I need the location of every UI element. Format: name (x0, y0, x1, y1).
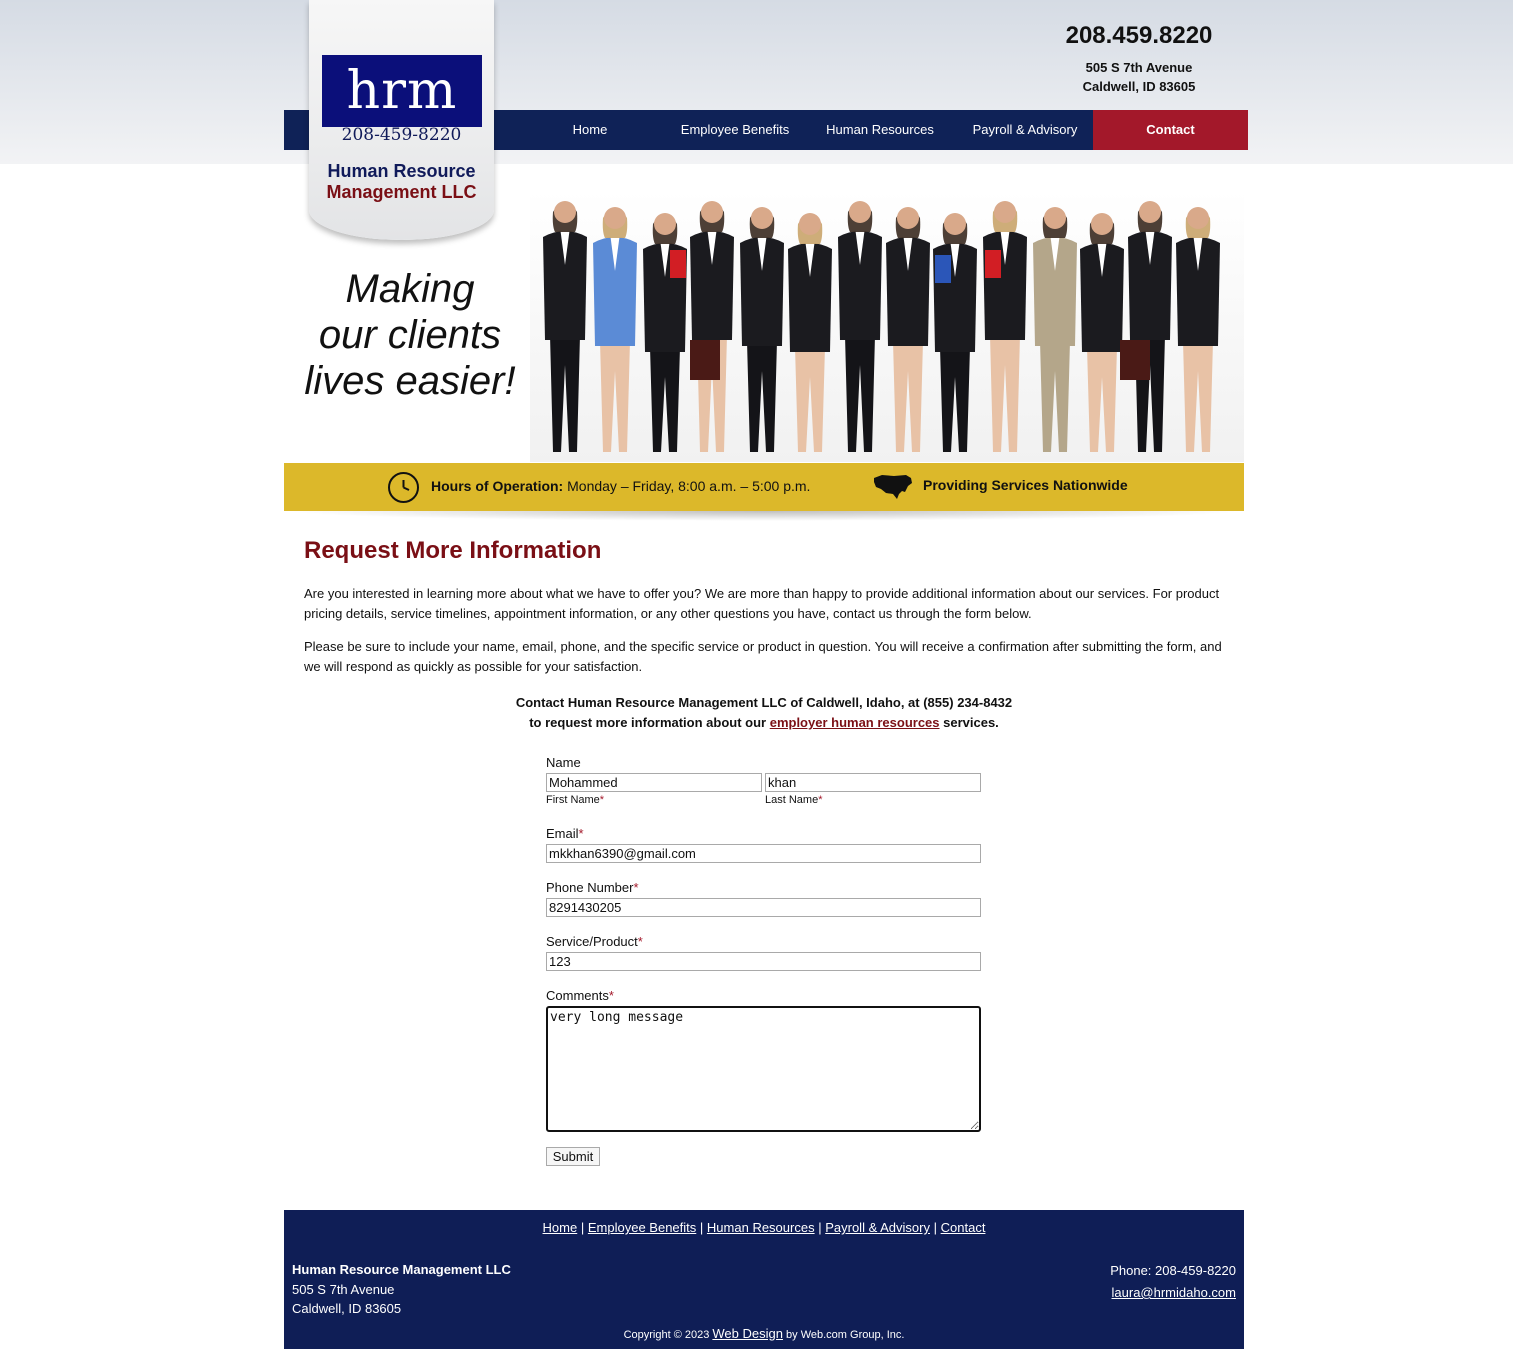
service-field[interactable] (546, 952, 981, 971)
footer-address-line2: Caldwell, ID 83605 (292, 1301, 402, 1316)
nav-payroll-advisory[interactable]: Payroll & Advisory (955, 110, 1095, 150)
comments-label-text: Comments (546, 988, 609, 1003)
required-mark: * (599, 794, 605, 806)
email-label: Email* (546, 826, 584, 841)
copyright-text-end: by Web.com Group, Inc. (782, 1329, 905, 1341)
comments-label: Comments* (546, 988, 614, 1003)
nav-employee-benefits[interactable]: Employee Benefits (665, 110, 805, 150)
footer-link-employee-benefits[interactable]: Employee Benefits (588, 1220, 696, 1235)
required-mark: * (608, 988, 614, 1003)
required-mark: * (578, 826, 584, 841)
tagline: Making our clients lives easier! (300, 266, 520, 404)
footer-separator: | (933, 1220, 937, 1235)
phone-field[interactable] (546, 898, 981, 917)
last-name-field[interactable] (765, 773, 981, 792)
folder (935, 255, 951, 283)
folder (670, 250, 686, 278)
page-title: Request More Information (304, 537, 602, 564)
header-address-line1: 505 S 7th Avenue (1085, 60, 1193, 75)
email-label-text: Email (546, 826, 579, 841)
footer-phone: Phone: 208-459-8220 (1110, 1263, 1236, 1278)
tagline-line1: Making (345, 267, 475, 311)
nav-home[interactable]: Home (520, 110, 660, 150)
footer-copyright: Copyright © 2023 Web Design by Web.com G… (284, 1326, 1244, 1341)
footer-email-link[interactable]: laura@hrmidaho.com (1112, 1285, 1236, 1300)
briefcase (1120, 340, 1150, 380)
nav-human-resources[interactable]: Human Resources (810, 110, 950, 150)
header-phone: 208.459.8220 (1065, 22, 1213, 49)
required-mark: * (633, 880, 639, 895)
band-shadow (284, 511, 1244, 521)
footer-links: Home | Employee Benefits | Human Resourc… (284, 1220, 1244, 1235)
nationwide-text: Providing Services Nationwide (923, 477, 1128, 493)
logo-name-line1: Human Resource (327, 161, 476, 181)
footer-address-line1: 505 S 7th Avenue (292, 1281, 395, 1297)
required-mark: * (637, 934, 643, 949)
footer-separator: | (818, 1220, 822, 1235)
first-name-label-text: First Name (546, 794, 600, 806)
folder (985, 250, 1001, 278)
first-name-field[interactable] (546, 773, 762, 792)
employer-hr-link[interactable]: employer human resources (770, 715, 940, 730)
phone-label: Phone Number* (546, 880, 639, 895)
footer-separator: | (580, 1220, 585, 1235)
callout-line2: to request more information about our em… (304, 713, 1224, 733)
hours-value: Monday – Friday, 8:00 a.m. – 5:00 p.m. (567, 478, 811, 494)
footer: Home | Employee Benefits | Human Resourc… (284, 1210, 1244, 1349)
intro-paragraph-2: Please be sure to include your name, ema… (304, 639, 1222, 674)
footer-contact-info: Phone: 208-459-8220 laura@hrmidaho.com (1110, 1260, 1236, 1304)
last-name-label-text: Last Name (765, 794, 819, 806)
footer-link-payroll-advisory[interactable]: Payroll & Advisory (825, 1220, 930, 1235)
callout-line1: Contact Human Resource Management LLC of… (515, 695, 1013, 710)
footer-company-info: Human Resource Management LLC 505 S 7th … (292, 1260, 511, 1319)
briefcase (690, 340, 720, 380)
business-team-image (530, 190, 1244, 462)
copyright-text: Copyright © 2023 (623, 1329, 713, 1341)
footer-link-human-resources[interactable]: Human Resources (707, 1220, 815, 1235)
logo-phone: 208-459-8220 (341, 125, 462, 145)
logo-mark[interactable]: hrm (322, 55, 482, 127)
submit-button[interactable]: Submit (546, 1147, 600, 1166)
footer-company-name: Human Resource Management LLC (292, 1262, 511, 1277)
header-address: 505 S 7th Avenue Caldwell, ID 83605 (1034, 58, 1244, 96)
logo-name-line2: Management LLC (326, 182, 477, 202)
email-field[interactable] (546, 844, 981, 863)
web-design-link[interactable]: Web Design (712, 1326, 783, 1341)
first-name-label: First Name* (546, 794, 604, 806)
last-name-label: Last Name* (765, 794, 822, 806)
callout-text-end: services. (939, 715, 999, 730)
service-label: Service/Product* (546, 934, 643, 949)
hours-label: Hours of Operation: (431, 478, 564, 494)
contact-callout: Contact Human Resource Management LLC of… (304, 693, 1224, 733)
footer-separator: | (699, 1220, 704, 1235)
nav-contact[interactable]: Contact (1093, 110, 1248, 150)
header-address-line2: Caldwell, ID 83605 (1082, 79, 1196, 94)
footer-link-home[interactable]: Home (543, 1220, 578, 1235)
clock-icon (388, 472, 419, 503)
phone-label-text: Phone Number (546, 880, 634, 895)
name-label: Name (546, 755, 581, 770)
callout-text: to request more information about our (529, 715, 770, 730)
footer-link-contact[interactable]: Contact (941, 1220, 986, 1235)
hours-of-operation: Hours of Operation: Monday – Friday, 8:0… (431, 478, 810, 494)
intro-paragraph-1: Are you interested in learning more abou… (304, 586, 1220, 621)
tagline-line3: lives easier! (304, 359, 516, 403)
comments-field[interactable] (546, 1006, 981, 1132)
required-mark: * (818, 794, 823, 806)
tagline-line2: our clients (318, 313, 502, 357)
service-label-text: Service/Product (546, 934, 638, 949)
us-map-icon (874, 475, 912, 499)
